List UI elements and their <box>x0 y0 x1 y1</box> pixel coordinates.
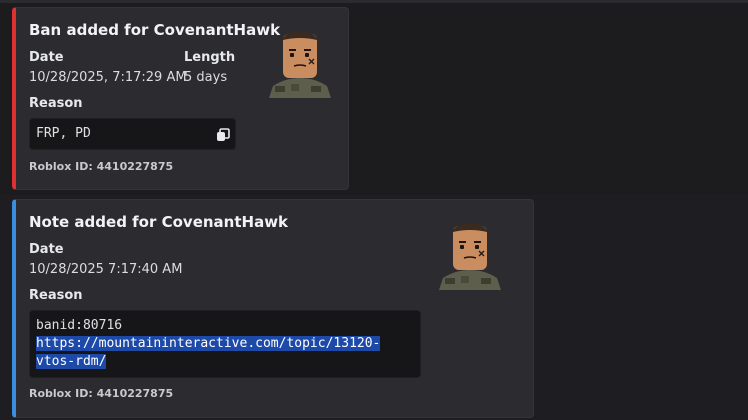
date-value: 10/28/2025, 7:17:29 AM <box>29 70 187 85</box>
reason-code-block[interactable]: FRP, PD <box>29 118 236 150</box>
reason-code-block[interactable]: banid:80716 https://mountaininteractive.… <box>29 310 421 378</box>
embed-footer: Roblox ID: 4410227875 <box>29 160 174 173</box>
date-label: Date <box>29 50 64 65</box>
embed-title: Ban added for CovenantHawk <box>29 21 281 39</box>
length-value: 5 days <box>184 70 228 85</box>
reason-code-text[interactable]: FRP, PD <box>36 126 91 141</box>
embed-footer: Roblox ID: 4410227875 <box>29 387 174 400</box>
avatar-thumbnail[interactable] <box>435 220 505 290</box>
reason-code-line[interactable]: banid:80716 <box>36 318 122 333</box>
length-label: Length <box>184 50 236 65</box>
date-label: Date <box>29 242 64 257</box>
date-value: 10/28/2025 7:17:40 AM <box>29 262 183 277</box>
reason-link-line[interactable]: https://mountaininteractive.com/topic/13… <box>36 336 381 351</box>
ban-embed: Ban added for CovenantHawk Date 10/28/20… <box>12 7 349 190</box>
reason-label: Reason <box>29 96 83 111</box>
reason-label: Reason <box>29 288 83 303</box>
embed-title: Note added for CovenantHawk <box>29 213 289 231</box>
reason-link-line[interactable]: vtos-rdm/ <box>36 354 107 369</box>
copy-icon[interactable] <box>216 128 230 142</box>
avatar-thumbnail[interactable] <box>265 28 335 98</box>
note-embed: Note added for CovenantHawk Date 10/28/2… <box>12 199 534 418</box>
